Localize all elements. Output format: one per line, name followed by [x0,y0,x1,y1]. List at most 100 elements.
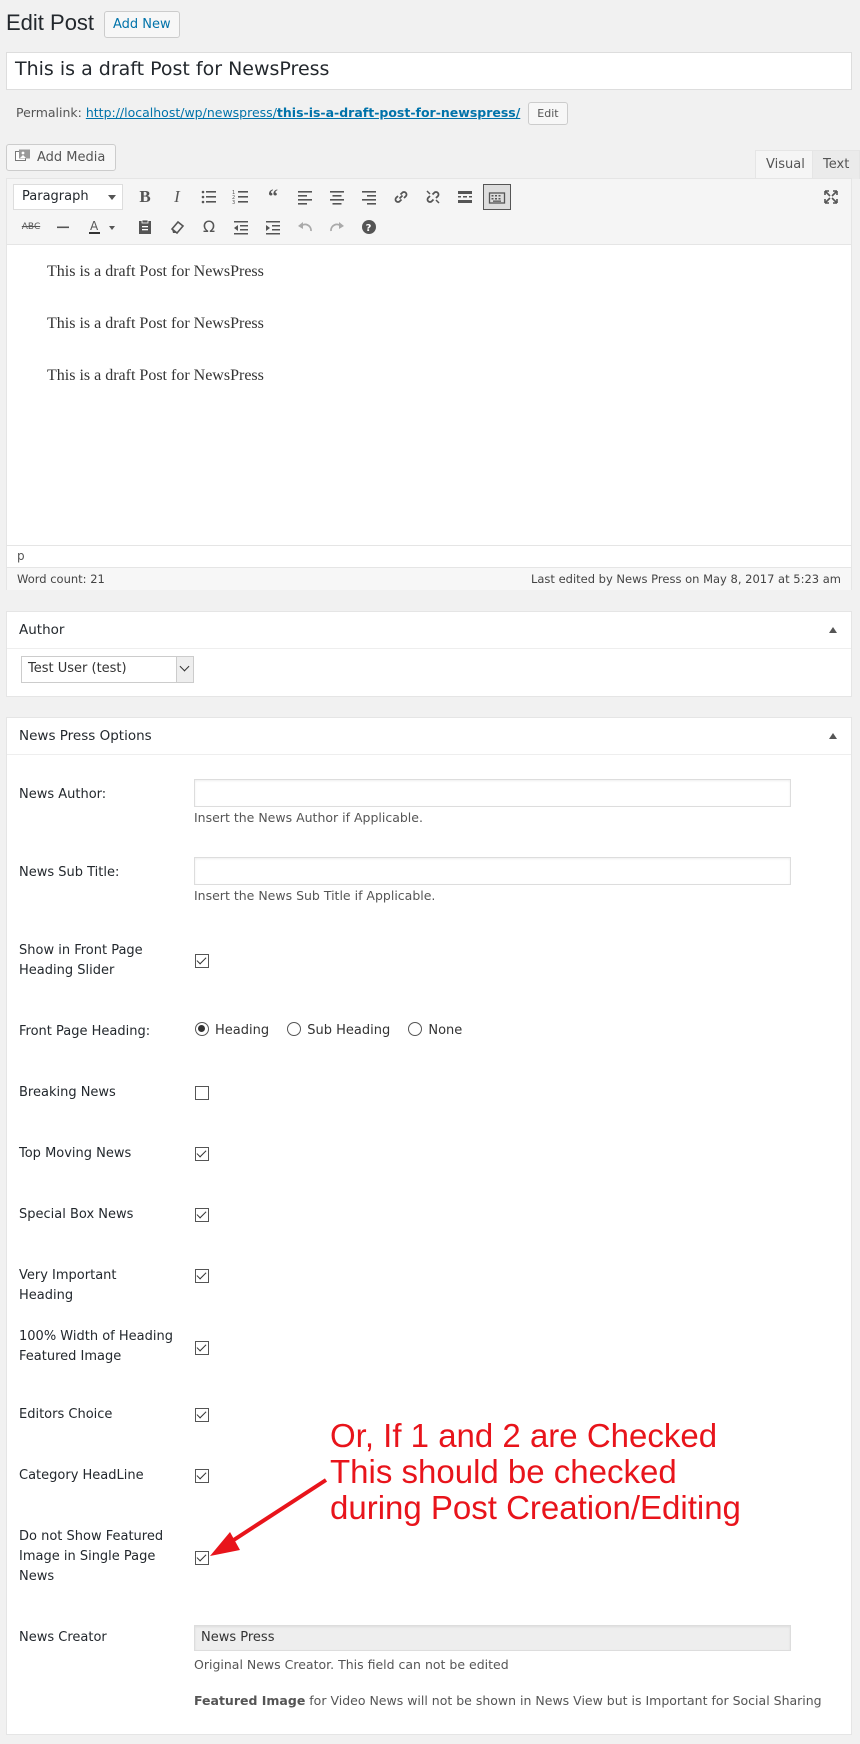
add-new-button[interactable]: Add New [104,11,180,38]
unlink-icon[interactable] [419,184,447,210]
chevron-down-icon[interactable] [105,214,119,240]
news-subtitle-desc: Insert the News Sub Title if Applicable. [194,888,436,903]
news-creator-desc: Original News Creator. This field can no… [194,1657,509,1672]
category-headline-checkbox[interactable] [195,1469,209,1483]
align-left-icon[interactable] [291,184,319,210]
top-moving-checkbox[interactable] [195,1147,209,1161]
italic-icon[interactable]: I [163,184,191,210]
radio-button [287,1022,302,1036]
tab-text[interactable]: Text [812,150,860,179]
collapse-icon[interactable] [829,627,837,633]
no-featured-checkbox[interactable] [195,1551,209,1565]
paragraph: This is a draft Post for NewsPress [47,263,264,280]
format-select[interactable]: Paragraph [13,184,123,210]
radio-heading[interactable]: Heading [195,1022,269,1038]
add-media-button[interactable]: Add Media [6,144,117,171]
breaking-news-checkbox[interactable] [195,1086,209,1100]
permalink-base: http://localhost/wp/newspress/ [85,105,277,120]
full-width-checkbox[interactable] [195,1341,209,1355]
strikethrough-icon[interactable]: ABC [17,214,45,240]
author-select[interactable]: Test User (test) [21,656,194,683]
tab-visual[interactable]: Visual [755,150,816,179]
no-featured-label: Do not Show Featured Image in Single Pag… [19,1529,164,1584]
news-subtitle-input[interactable] [194,857,791,885]
fullscreen-icon[interactable] [817,184,845,210]
front-slider-label: Show in Front Page Heading Slider [19,943,143,978]
radio-button [408,1022,423,1036]
editor-toolbar: Paragraph B I 123 “ ABC A Ω ? [7,179,851,245]
editors-choice-checkbox[interactable] [195,1408,209,1422]
radio-sub-heading[interactable]: Sub Heading [287,1022,390,1038]
svg-text:3: 3 [232,200,235,206]
paragraph: This is a draft Post for NewsPress [47,367,264,384]
top-moving-label: Top Moving News [19,1146,132,1161]
collapse-icon[interactable] [829,733,837,739]
annotation-line: during Post Creation/Editing [330,1489,741,1526]
news-subtitle-label: News Sub Title: [19,865,120,880]
numbered-list-icon[interactable]: 123 [227,184,255,210]
redo-icon[interactable] [323,214,351,240]
radio-label: Sub Heading [307,1023,391,1038]
align-right-icon[interactable] [355,184,383,210]
permalink-link[interactable]: http://localhost/wp/newspress/this-is-a-… [86,105,520,120]
news-creator-label: News Creator [19,1630,107,1645]
options-box-header[interactable]: News Press Options [7,718,851,755]
full-width-label: 100% Width of Heading Featured Image [19,1329,173,1364]
page-title: Edit Post [6,10,95,35]
special-box-label: Special Box News [19,1207,134,1222]
align-center-icon[interactable] [323,184,351,210]
radio-button [195,1022,209,1036]
options-box-title: News Press Options [19,728,152,744]
add-media-label: Add Media [37,150,106,165]
news-author-label: News Author: [19,787,107,802]
author-box-title: Author [19,622,65,638]
permalink-label: Permalink: [16,105,82,120]
front-slider-checkbox[interactable] [195,954,209,968]
author-box: Author Test User (test) [6,611,852,697]
help-icon[interactable]: ? [355,214,383,240]
paste-text-icon[interactable] [131,214,159,240]
very-important-checkbox[interactable] [195,1269,209,1283]
breaking-news-label: Breaking News [19,1085,116,1100]
editor-content[interactable]: This is a draft Post for NewsPress This … [7,245,851,437]
special-character-icon[interactable]: Ω [195,214,223,240]
media-icon [15,147,31,161]
bullet-list-icon[interactable] [195,184,223,210]
editors-choice-label: Editors Choice [19,1407,113,1422]
author-box-header[interactable]: Author [7,612,851,649]
chevron-down-icon [108,195,116,200]
special-box-checkbox[interactable] [195,1208,209,1222]
read-more-icon[interactable] [451,184,479,210]
editor: Paragraph B I 123 “ ABC A Ω ? This is a … [6,178,852,590]
news-press-options-box: News Press Options News Author: Insert t… [6,717,852,1735]
permalink-row: Permalink: http://localhost/wp/newspress… [16,102,568,125]
indent-icon[interactable] [259,214,287,240]
horizontal-line-icon[interactable] [49,214,77,240]
editor-statusbar: Word count: 21 Last edited by News Press… [7,567,851,590]
paragraph: This is a draft Post for NewsPress [47,315,264,332]
news-author-input[interactable] [194,779,791,807]
annotation-line: This should be checked [330,1453,677,1490]
permalink-edit-button[interactable]: Edit [528,102,568,125]
bold-icon[interactable]: B [131,184,159,210]
undo-icon[interactable] [291,214,319,240]
outdent-icon[interactable] [227,214,255,240]
format-select-value: Paragraph [22,189,89,204]
featured-note-bold: Featured Image [194,1693,306,1708]
blockquote-icon[interactable]: “ [259,184,287,210]
toolbar-toggle-icon[interactable] [483,184,511,210]
featured-image-note: Featured Image for Video News will not b… [194,1693,822,1708]
svg-text:?: ? [366,223,372,234]
post-title-input[interactable]: This is a draft Post for NewsPress [6,52,852,90]
word-count: Word count: 21 [17,572,105,586]
link-icon[interactable] [387,184,415,210]
front-heading-label: Front Page Heading: [19,1024,151,1039]
news-creator-input: News Press [194,1625,791,1651]
clear-formatting-icon[interactable] [163,214,191,240]
radio-label: None [428,1023,463,1038]
news-author-desc: Insert the News Author if Applicable. [194,810,423,825]
annotation-note: Or, If 1 and 2 are Checked This should b… [330,1418,741,1526]
radio-none[interactable]: None [408,1022,462,1038]
element-path[interactable]: p [7,545,851,567]
annotation-line: Or, If 1 and 2 are Checked [330,1417,718,1454]
